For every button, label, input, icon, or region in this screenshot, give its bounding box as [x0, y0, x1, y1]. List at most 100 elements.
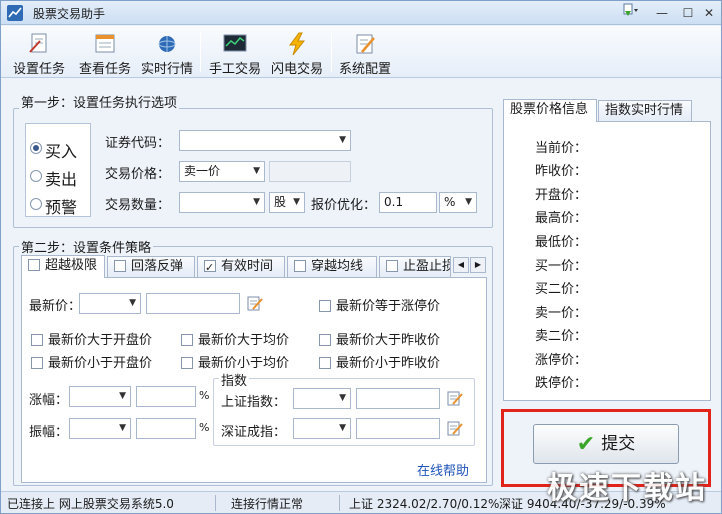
tab-scroll-right-button[interactable]: ▶ [470, 257, 486, 273]
chevron-down-icon: ▼ [129, 298, 136, 308]
radio-buy[interactable]: 买入 [30, 138, 77, 161]
limit-up-checkbox[interactable]: 最新价等于涨停价 [319, 295, 440, 314]
toolbar-realtime-quote-button[interactable]: 实时行情 [137, 28, 197, 77]
check-lt-prevclose[interactable]: 最新价小于昨收价 [319, 352, 440, 371]
security-code-combo[interactable]: ▼ [179, 130, 351, 151]
status-connection: 已连接上 网上股票交易系统5.0 [7, 497, 174, 511]
limit-up-checkbox-box[interactable] [319, 299, 331, 312]
submit-button[interactable]: ✔ 提交 [533, 424, 679, 464]
limit-up-price-label: 涨停价： [535, 353, 588, 368]
window-menu-button[interactable] [617, 3, 643, 23]
check-label: 最新价小于开盘价 [48, 356, 153, 371]
tab-take-profit[interactable]: 止盈止损 [379, 256, 451, 278]
toolbar-manual-trade-button[interactable]: 手工交易 [205, 28, 265, 77]
status-sh-index: 上证 2324.02/2.70/0.12% [349, 497, 500, 511]
check-lt-open-box[interactable] [31, 356, 43, 369]
amplitude-label: 振幅： [29, 425, 69, 440]
check-lt-avg-box[interactable] [181, 356, 193, 369]
tab-cross-ma-checkbox[interactable] [294, 259, 306, 272]
radio-sell[interactable]: 卖出 [30, 166, 77, 189]
price-opt-input[interactable]: 0.1 [379, 192, 437, 213]
amplitude-input[interactable] [136, 418, 196, 439]
toolbar-lightning-trade-button[interactable]: 闪电交易 [267, 28, 327, 77]
tab-valid-time[interactable]: 有效时间 [197, 256, 285, 278]
tab-limit-breakout[interactable]: 超越极限 [21, 255, 105, 278]
tab-label: 回落反弹 [131, 259, 184, 274]
latest-price-label: 最新价： [29, 299, 82, 314]
trade-price-combo[interactable]: 卖一价 ▼ [179, 161, 265, 182]
check-gt-open-box[interactable] [31, 333, 43, 346]
sh-index-op-combo[interactable]: ▼ [293, 388, 351, 409]
trade-price-input[interactable] [269, 161, 351, 182]
check-gt-prevclose-box[interactable] [319, 333, 331, 346]
trade-unit-combo[interactable]: 股 ▼ [269, 192, 305, 213]
radio-sell-indicator[interactable] [30, 170, 42, 182]
check-gt-prevclose[interactable]: 最新价大于昨收价 [319, 329, 440, 348]
close-button[interactable]: ✕ [697, 3, 721, 23]
radio-alert-indicator[interactable] [30, 198, 42, 210]
trade-qty-label: 交易数量： [105, 198, 171, 213]
tab-stock-price-info[interactable]: 股票价格信息 [503, 99, 597, 122]
rise-op-combo[interactable]: ▼ [69, 386, 131, 407]
tab-take-profit-checkbox[interactable] [386, 259, 398, 272]
check-gt-avg[interactable]: 最新价大于均价 [181, 329, 289, 348]
check-gt-open[interactable]: 最新价大于开盘价 [31, 329, 152, 348]
toolbar-label: 系统配置 [338, 62, 391, 77]
radio-alert[interactable]: 预警 [30, 194, 77, 217]
sz-index-input[interactable] [356, 418, 440, 439]
sz-index-op-combo[interactable]: ▼ [293, 418, 351, 439]
tab-pullback[interactable]: 回落反弹 [107, 256, 195, 278]
check-lt-avg[interactable]: 最新价小于均价 [181, 352, 289, 371]
radio-buy-indicator[interactable] [30, 142, 42, 154]
tab-pullback-checkbox[interactable] [114, 259, 126, 272]
edit-icon[interactable] [447, 420, 463, 436]
watermark-text: 极速下载站 [547, 471, 707, 506]
amplitude-op-combo[interactable]: ▼ [69, 418, 131, 439]
tab-limit-breakout-checkbox[interactable] [28, 258, 40, 271]
trade-qty-combo[interactable]: ▼ [179, 192, 265, 213]
tab-index-realtime[interactable]: 指数实时行情 [598, 100, 692, 122]
system-config-icon [356, 34, 375, 54]
check-label: 最新价大于均价 [198, 333, 290, 348]
toolbar: 设置任务 查看任务 实时行情 手工交易 闪电交易 系统配置 [1, 26, 721, 78]
toolbar-settings-task-button[interactable]: 设置任务 [7, 28, 71, 77]
tab-label: 指数实时行情 [605, 103, 684, 118]
chevron-down-icon: ▼ [119, 391, 126, 401]
ask2-label: 卖二价： [535, 329, 588, 344]
price-opt-unit-combo[interactable]: % ▼ [439, 192, 477, 213]
status-separator [339, 495, 340, 511]
sh-index-input[interactable] [356, 388, 440, 409]
price-opt-label: 报价优化： [311, 198, 377, 213]
trade-price-label: 交易价格： [105, 167, 171, 182]
open-price-label: 开盘价： [535, 188, 588, 203]
security-code-label: 证券代码： [105, 136, 171, 151]
tab-cross-ma[interactable]: 穿越均线 [287, 256, 377, 278]
tab-label: 穿越均线 [311, 259, 364, 274]
rise-input[interactable] [136, 386, 196, 407]
tab-valid-time-checkbox[interactable] [204, 258, 216, 278]
toolbar-system-config-button[interactable]: 系统配置 [335, 28, 395, 77]
realtime-quote-icon [158, 36, 176, 52]
step2-title: 第二步：设置条件策略 [19, 237, 154, 256]
toolbar-separator [200, 32, 201, 72]
edit-icon[interactable] [447, 390, 463, 406]
toolbar-label: 闪电交易 [270, 62, 323, 77]
edit-icon[interactable] [247, 295, 263, 311]
check-lt-prevclose-box[interactable] [319, 356, 331, 369]
checkmark-icon: ✔ [576, 432, 596, 457]
minimize-button[interactable]: — [649, 3, 675, 23]
minimize-icon: — [656, 6, 668, 20]
rise-label: 涨幅： [29, 393, 69, 408]
tab-scroll-left-button[interactable]: ◀ [453, 257, 469, 273]
amplitude-percent: % [199, 421, 210, 434]
app-window: 股票交易助手 — ☐ ✕ 设置任务 查看任务 实时行情 手工交易 闪电交易 系统… [0, 0, 722, 514]
latest-price-input[interactable] [146, 293, 240, 314]
check-gt-avg-box[interactable] [181, 333, 193, 346]
rise-percent: % [199, 389, 210, 402]
latest-price-op-combo[interactable]: ▼ [79, 293, 141, 314]
online-help-link[interactable]: 在线帮助 [417, 460, 469, 479]
price-opt-value: 0.1 [384, 195, 404, 209]
toolbar-view-task-button[interactable]: 查看任务 [73, 28, 137, 77]
check-lt-open[interactable]: 最新价小于开盘价 [31, 352, 152, 371]
chevron-down-icon: ▼ [339, 135, 346, 145]
